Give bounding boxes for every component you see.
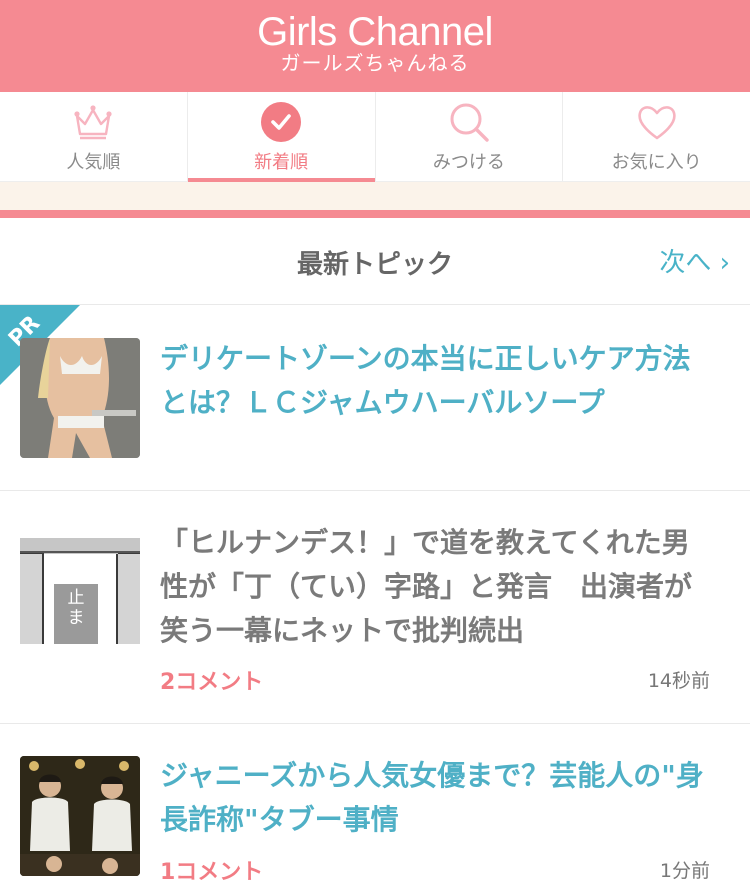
- section-header: 最新トピック 次へ ›: [0, 218, 750, 305]
- comment-count[interactable]: 2コメント: [160, 664, 263, 696]
- article-thumbnail: [20, 338, 140, 458]
- heart-icon: [637, 106, 676, 140]
- tab-discover-label: みつける: [432, 152, 505, 173]
- article-item[interactable]: ジャニーズから人気女優まで？芸能人の"身長詐称"タブー事情 1コメント 1分前: [0, 724, 750, 895]
- next-page-link[interactable]: 次へ ›: [659, 242, 730, 279]
- article-title[interactable]: 「ヒルナンデス！」で道を教えてくれた男性が「丁（てい）字路」と発言 出演者が笑う…: [160, 521, 710, 653]
- tab-newest[interactable]: 新着順: [187, 92, 376, 182]
- tab-newest-label: 新着順: [254, 152, 309, 173]
- logo-japanese: ガールズちゃんねる: [280, 51, 470, 75]
- article-thumbnail: 止ま: [20, 524, 140, 644]
- article-item[interactable]: 止ま 「ヒルナンデス！」で道を教えてくれた男性が「丁（てい）字路」と発言 出演者…: [0, 491, 750, 724]
- article-item-pr[interactable]: PR デリケートゾーンの本当に正しいケア方法とは？ＬＣジャムウハーバルソープ: [0, 305, 750, 491]
- accent-divider: [0, 210, 750, 218]
- app-header: Girls Channel ガールズちゃんねる: [0, 0, 750, 92]
- check-circle-icon: [261, 102, 302, 142]
- tab-popular[interactable]: 人気順: [0, 92, 188, 181]
- article-title[interactable]: ジャニーズから人気女優まで？芸能人の"身長詐称"タブー事情: [160, 754, 710, 842]
- tab-popular-label: 人気順: [66, 152, 121, 173]
- nav-tabs: 人気順 新着順 みつける お気に入り: [0, 92, 750, 182]
- logo-english[interactable]: Girls Channel: [0, 10, 750, 54]
- road-sign-text: 止ま: [67, 588, 85, 628]
- post-time: 14秒前: [647, 670, 710, 692]
- celebrity-photo-image: [20, 756, 140, 876]
- article-title[interactable]: デリケートゾーンの本当に正しいケア方法とは？ＬＣジャムウハーバルソープ: [160, 337, 710, 425]
- spacer-band: [0, 182, 750, 210]
- section-title: 最新トピック: [296, 250, 453, 280]
- tab-discover[interactable]: みつける: [376, 92, 564, 181]
- post-time: 1分前: [659, 860, 710, 882]
- crown-icon: [74, 105, 112, 140]
- tab-favorites[interactable]: お気に入り: [563, 92, 750, 181]
- comment-count[interactable]: 1コメント: [160, 854, 263, 886]
- search-icon: [450, 103, 489, 142]
- article-thumbnail: [20, 756, 140, 876]
- model-photo-image: [20, 338, 140, 458]
- tab-favorites-label: お気に入り: [611, 152, 702, 173]
